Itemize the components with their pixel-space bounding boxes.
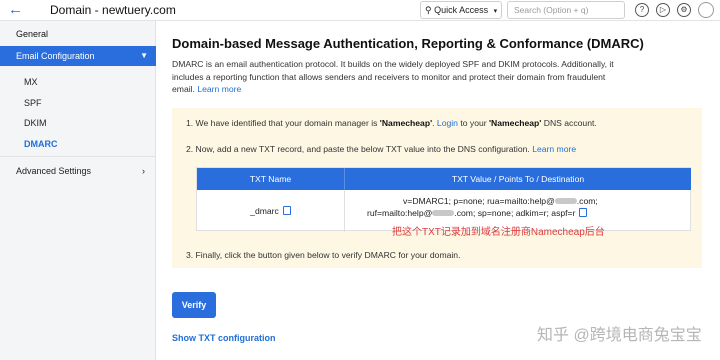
annotation-text: 把这个TXT记录加到域名注册商Namecheap后台 [392, 227, 605, 238]
search-icon: ⚲ [425, 5, 432, 15]
sidebar-item-general[interactable]: General [16, 29, 48, 39]
watermark: 知乎 @跨境电商兔宝宝 [537, 327, 702, 344]
chevron-down-icon: ▼ [140, 51, 148, 60]
section-title: Domain-based Message Authentication, Rep… [172, 36, 644, 51]
step2-text: 2. Now, add a new TXT record, and paste … [186, 144, 530, 154]
copy-icon[interactable] [282, 206, 291, 215]
step-1: 1. We have identified that your domain m… [186, 118, 597, 128]
sidebar: General Email Configuration ▼ MX SPF DKI… [0, 21, 156, 360]
step2-learn-more-link[interactable]: Learn more [532, 144, 576, 154]
txt-value-line-1: v=DMARC1; p=none; rua=mailto:help@ .com; [403, 196, 598, 206]
avatar[interactable] [698, 2, 714, 18]
step1-to: to your [457, 118, 490, 128]
description: DMARC is an email authentication protoco… [172, 58, 622, 96]
help-icon[interactable]: ? [635, 3, 649, 17]
txt-value-cell: v=DMARC1; p=none; rua=mailto:help@ .com; … [345, 190, 691, 238]
table-header-value: TXT Value / Points To / Destination [345, 168, 691, 190]
arrow-left-icon[interactable]: ← [8, 1, 28, 19]
main-content: Domain-based Message Authentication, Rep… [156, 21, 720, 360]
login-link[interactable]: Login [437, 118, 458, 128]
txt-value-line-2: ruf=mailto:help@ .com; sp=none; adkim=r; … [367, 208, 588, 218]
step1-provider: 'Namecheap' [379, 118, 433, 128]
gear-icon[interactable]: ⚙ [677, 3, 691, 17]
step-3: 3. Finally, click the button given below… [186, 250, 461, 260]
chevron-down-icon: ▾ [493, 8, 498, 15]
txt-record-table: TXT Name TXT Value / Points To / Destina… [196, 167, 691, 238]
megaphone-icon[interactable]: ▷ [656, 3, 670, 17]
sidebar-item-advanced-settings[interactable]: Advanced Settings › [16, 166, 145, 176]
txt-value-1a: v=DMARC1; p=none; rua=mailto:help@ [403, 196, 555, 206]
sidebar-item-dmarc[interactable]: DMARC [24, 139, 58, 149]
table-header-name: TXT Name [197, 168, 345, 190]
step1-suffix: DNS account. [541, 118, 597, 128]
txt-name-value: _dmarc [250, 206, 279, 216]
txt-value-2b: .com; sp=none; adkim=r; aspf=r [454, 208, 576, 218]
step1-provider-2: 'Namecheap' [489, 118, 542, 128]
divider [0, 156, 156, 157]
verify-button[interactable]: Verify [172, 292, 216, 318]
chevron-right-icon: › [142, 166, 145, 176]
quick-access-label: Quick Access [434, 5, 489, 15]
sidebar-item-dkim[interactable]: DKIM [24, 118, 47, 128]
search-input[interactable]: Search (Option + q) [507, 1, 625, 19]
redacted-text [554, 198, 577, 204]
step-2: 2. Now, add a new TXT record, and paste … [186, 144, 576, 154]
sidebar-item-label: Advanced Settings [16, 166, 92, 176]
sidebar-item-mx[interactable]: MX [24, 77, 38, 87]
learn-more-link[interactable]: Learn more [197, 84, 241, 94]
txt-value-1b: .com; [576, 196, 598, 206]
sidebar-item-email-configuration[interactable]: Email Configuration ▼ [0, 46, 156, 66]
sidebar-item-label: Email Configuration [16, 51, 95, 61]
copy-icon[interactable] [579, 208, 588, 217]
show-txt-configuration-link[interactable]: Show TXT configuration [172, 333, 276, 343]
instructions-box: 1. We have identified that your domain m… [172, 108, 702, 268]
top-bar: ← Domain - newtuery.com ⚲ Quick Access ▾… [0, 0, 720, 21]
page-title: Domain - newtuery.com [50, 3, 176, 17]
txt-name-cell: _dmarc [197, 190, 345, 232]
sidebar-item-spf[interactable]: SPF [24, 98, 42, 108]
quick-access-dropdown[interactable]: ⚲ Quick Access ▾ [420, 1, 502, 19]
txt-value-2a: ruf=mailto:help@ [367, 208, 433, 218]
redacted-text [432, 210, 455, 216]
step1-prefix: 1. We have identified that your domain m… [186, 118, 380, 128]
